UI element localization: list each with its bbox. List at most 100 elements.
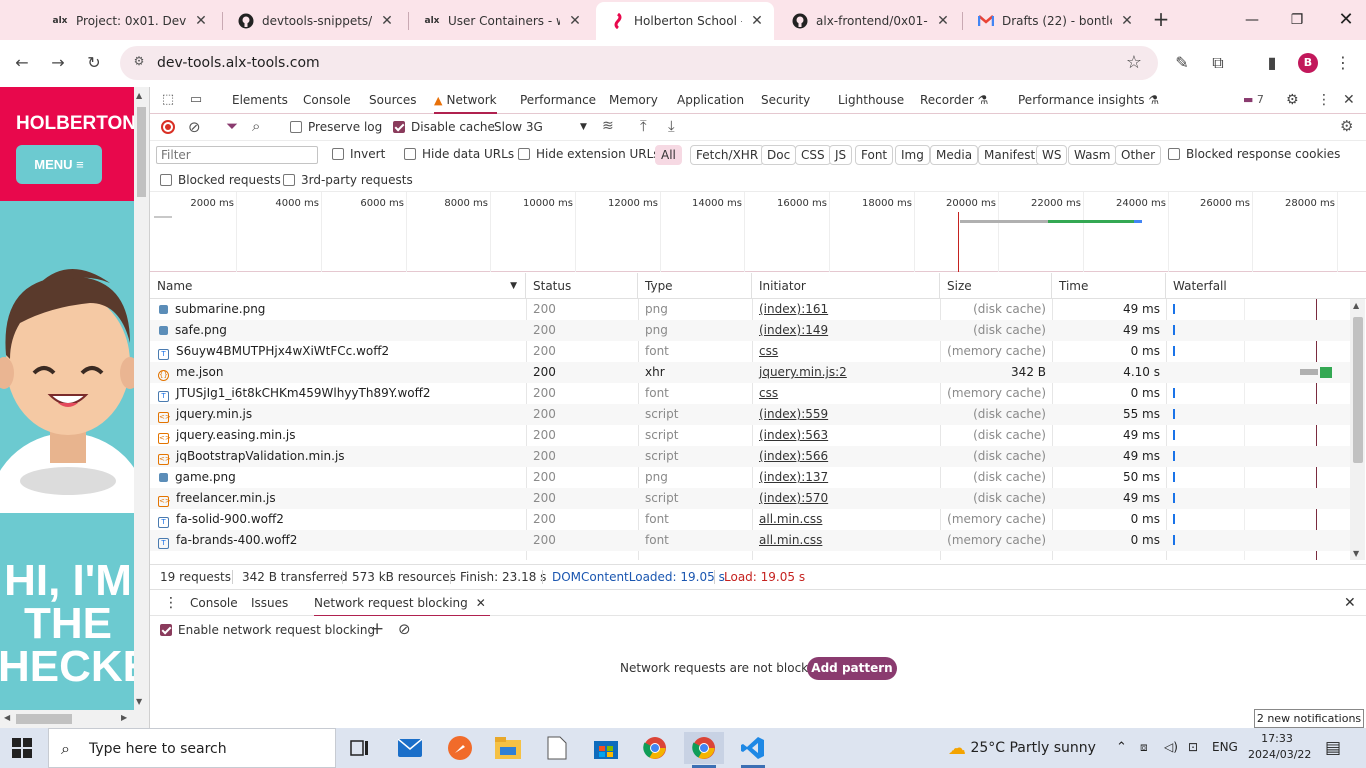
filter-input[interactable] (156, 146, 318, 164)
browser-tab-active[interactable]: Holberton School - D ✕ (596, 2, 774, 40)
settings-gear-icon[interactable]: ⚙ (1286, 92, 1299, 108)
request-initiator-link[interactable]: (index):570 (759, 491, 828, 505)
search-icon[interactable]: ⌕ (252, 117, 260, 135)
checkbox[interactable] (283, 174, 295, 186)
request-name-cell[interactable]: <> jquery.easing.min.js (150, 425, 526, 446)
url-text[interactable]: dev-tools.alx-tools.com (157, 55, 320, 71)
column-header-status[interactable]: Status (526, 273, 638, 299)
request-initiator-link[interactable]: css (759, 386, 778, 400)
more-menu-icon[interactable]: ⋮ (1332, 52, 1354, 74)
language-indicator[interactable]: ENG (1212, 740, 1238, 754)
message-count-badge[interactable]: ▬ 7 (1243, 93, 1264, 106)
filter-icon[interactable]: ⏷ (226, 117, 238, 135)
menu-button[interactable]: MENU ≡ (16, 145, 102, 184)
type-filter-img[interactable]: Img (895, 145, 930, 165)
request-name-cell[interactable]: game.png (150, 467, 526, 488)
drawer-tab-network-request-blocking[interactable]: Network request blocking ✕ (314, 590, 490, 617)
table-row[interactable]: <> jquery.min.js 200 script (index):559 (disk… (150, 404, 1350, 425)
blocked-response-cookies-checkbox[interactable]: Blocked response cookies (1168, 147, 1340, 161)
close-tab-icon[interactable]: ✕ (476, 590, 486, 617)
extensions-icon[interactable]: ⧉ (1207, 52, 1229, 74)
column-header-waterfall[interactable]: Waterfall (1166, 273, 1350, 299)
chrome-app-icon[interactable] (635, 732, 675, 764)
drawer-menu-icon[interactable]: ⋮ (164, 590, 178, 617)
windows-start-icon[interactable] (12, 738, 32, 758)
checkbox[interactable] (290, 121, 302, 133)
browser-tab[interactable]: alx-frontend/0x01-de ✕ (778, 5, 960, 36)
scrollbar-thumb[interactable] (16, 714, 72, 724)
eyedropper-icon[interactable]: ✎ (1171, 52, 1193, 74)
tab-security[interactable]: Security (761, 87, 810, 114)
scroll-up-icon[interactable]: ▲ (1353, 301, 1359, 310)
request-name-cell[interactable]: safe.png (150, 320, 526, 341)
type-filter-all[interactable]: All (655, 145, 682, 165)
devtools-more-icon[interactable]: ⋮ (1317, 92, 1331, 108)
restore-icon[interactable]: ❐ (1285, 8, 1309, 32)
weather-widget[interactable]: ☁ 25°C Partly sunny (948, 738, 1096, 759)
request-initiator-link[interactable]: (index):566 (759, 449, 828, 463)
tab-sources[interactable]: Sources (369, 87, 416, 114)
site-info-icon[interactable]: ⚙ (130, 54, 148, 72)
page-horizontal-scrollbar[interactable]: ◀ ▶ (0, 710, 149, 728)
browser-tab[interactable]: alx Project: 0x01. Develop ✕ (38, 5, 218, 36)
scroll-down-icon[interactable]: ▼ (136, 697, 142, 706)
blocked-requests-checkbox[interactable]: Blocked requests (160, 173, 281, 187)
request-initiator-link[interactable]: all.min.css (759, 512, 822, 526)
checkbox[interactable] (404, 148, 416, 160)
ime-icon[interactable]: ⊡ (1188, 740, 1198, 754)
request-initiator-link[interactable]: (index):149 (759, 323, 828, 337)
profile-avatar[interactable]: B (1298, 53, 1318, 73)
page-vertical-scrollbar[interactable]: ▲ ▼ (134, 87, 149, 710)
checkbox-checked[interactable] (393, 121, 405, 133)
add-pattern-icon[interactable]: + (370, 619, 384, 639)
table-row[interactable]: T S6uyw4BMUTPHjx4wXiWtFCc.woff2 200 font css… (150, 341, 1350, 362)
record-button[interactable] (161, 120, 175, 134)
table-row[interactable]: Tfa-solid-900.woff2 200 font all.min.css (me… (150, 509, 1350, 530)
column-header-size[interactable]: Size (940, 273, 1052, 299)
request-name-cell[interactable]: T S6uyw4BMUTPHjx4wXiWtFCc.woff2 (150, 341, 526, 362)
close-tab-icon[interactable]: ✕ (566, 12, 584, 30)
checkbox[interactable] (160, 174, 172, 186)
checkbox[interactable] (1168, 148, 1180, 160)
minimize-icon[interactable]: — (1240, 8, 1264, 32)
postman-app-icon[interactable] (440, 732, 480, 764)
notification-toast[interactable]: 2 new notifications (1254, 709, 1364, 728)
enable-blocking-checkbox[interactable]: Enable network request blocking (160, 623, 375, 637)
tab-performance-insights[interactable]: Performance insights ⚗ (1018, 87, 1159, 114)
scroll-left-icon[interactable]: ◀ (4, 713, 10, 722)
type-filter-doc[interactable]: Doc (761, 145, 797, 165)
column-header-initiator[interactable]: Initiator (752, 273, 940, 299)
request-initiator-link[interactable]: (index):137 (759, 470, 828, 484)
tab-console[interactable]: Console (303, 87, 351, 114)
request-name-cell[interactable]: {} me.json (150, 362, 526, 383)
side-panel-icon[interactable]: ▮ (1261, 52, 1283, 74)
browser-tab[interactable]: alx User Containers - wel ✕ (410, 5, 592, 36)
column-header-name[interactable]: Name ▼ (150, 273, 526, 299)
preserve-log-checkbox[interactable]: Preserve log (290, 120, 382, 134)
close-tab-icon[interactable]: ✕ (378, 12, 396, 30)
back-icon[interactable]: ← (10, 51, 34, 75)
request-initiator-link[interactable]: (index):563 (759, 428, 828, 442)
type-filter-wasm[interactable]: Wasm (1068, 145, 1117, 165)
tray-overflow-icon[interactable]: ⌃ (1116, 740, 1127, 755)
browser-tab[interactable]: devtools-snippets/sni ✕ (224, 5, 404, 36)
device-toolbar-icon[interactable]: ▭ (187, 92, 205, 110)
close-drawer-icon[interactable]: ✕ (1344, 590, 1356, 617)
request-initiator-link[interactable]: css (759, 344, 778, 358)
table-row[interactable]: <> jqBootstrapValidation.min.js 200 script (… (150, 446, 1350, 467)
notepad-app-icon[interactable] (537, 732, 577, 764)
speaker-icon[interactable]: ◁) (1164, 740, 1178, 754)
request-name-cell[interactable]: <> freelancer.min.js (150, 488, 526, 509)
table-row[interactable]: {} me.json 200 xhr jquery.min.js:2 342 B 4.10 … (150, 362, 1350, 383)
request-initiator-link[interactable]: (index):559 (759, 407, 828, 421)
vscode-app-icon[interactable] (733, 732, 773, 768)
notification-center-icon[interactable]: ▤ (1325, 738, 1341, 758)
hide-extension-urls-checkbox[interactable]: Hide extension URLs (518, 147, 660, 161)
checkbox[interactable] (332, 148, 344, 160)
add-pattern-button[interactable]: Add pattern (807, 657, 897, 680)
request-name-cell[interactable]: submarine.png (150, 299, 526, 320)
mail-app-icon[interactable] (390, 732, 430, 764)
chrome-app-icon-active[interactable] (684, 732, 724, 768)
request-initiator-link[interactable]: (index):161 (759, 302, 828, 316)
column-header-type[interactable]: Type (638, 273, 752, 299)
